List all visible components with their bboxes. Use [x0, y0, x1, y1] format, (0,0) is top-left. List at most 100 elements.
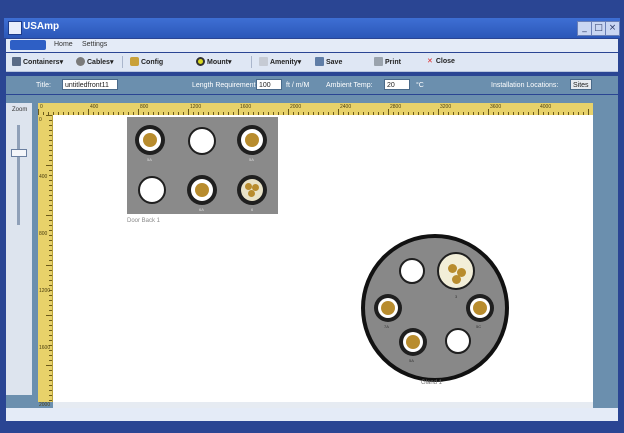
ruler-tick	[49, 225, 52, 226]
title-bar[interactable]: USAmp _ □ ×	[4, 18, 620, 38]
length-label: Length Requirement:	[192, 82, 258, 89]
ruler-number: 0	[40, 104, 43, 110]
ruler-tick	[49, 370, 52, 371]
close-label: Close	[435, 58, 455, 65]
ruler-tick	[49, 180, 52, 181]
ambient-temp-unit: °C	[416, 82, 424, 89]
properties-bar: Title: untitledfront11 Length Requiremen…	[6, 76, 618, 94]
ruler-tick	[49, 120, 52, 121]
connector-empty[interactable]	[399, 258, 425, 284]
ruler-tick	[49, 150, 52, 151]
config-icon	[130, 57, 139, 66]
save-button[interactable]: Save	[315, 57, 342, 66]
cables-label: Cables	[87, 59, 110, 66]
ruler-tick	[49, 255, 52, 256]
connector-multi-core[interactable]	[437, 252, 475, 290]
gland-plate[interactable]: 3 7A 5C 5A	[361, 234, 509, 382]
ruler-tick	[49, 230, 52, 231]
connector-filled[interactable]	[399, 328, 427, 356]
ruler-tick	[49, 125, 52, 126]
zoom-label: Zoom	[12, 107, 28, 113]
print-label: Print	[385, 59, 401, 66]
mount-button[interactable]: Mount▾	[196, 57, 232, 66]
ruler-number: 2800	[390, 104, 402, 110]
ruler-tick	[49, 305, 52, 306]
gland-plate-label: Gland 1	[421, 380, 443, 386]
installation-select[interactable]: Sites	[570, 79, 592, 90]
ruler-number: 800	[140, 104, 149, 110]
toolbar-separator	[122, 56, 123, 68]
cables-icon	[76, 57, 85, 66]
length-input[interactable]: 100	[256, 79, 282, 90]
length-unit: ft / m/M	[286, 82, 310, 89]
connector-filled[interactable]	[135, 125, 165, 155]
status-bar	[6, 408, 618, 421]
connector-filled[interactable]	[237, 125, 267, 155]
file-menu-button[interactable]	[10, 40, 46, 50]
ruler-tick	[49, 210, 52, 211]
ruler-tick	[49, 275, 52, 276]
ruler-tick	[49, 170, 52, 171]
maximize-button[interactable]: □	[591, 21, 606, 36]
close-window-button[interactable]: ×	[605, 21, 620, 36]
ruler-tick	[49, 400, 52, 401]
ruler-tick	[49, 135, 52, 136]
connector-empty[interactable]	[138, 176, 166, 204]
containers-button[interactable]: Containers▾	[12, 57, 63, 66]
print-button[interactable]: Print	[374, 57, 401, 66]
connector-sublabel: 5A	[249, 157, 254, 162]
ruler-tick	[49, 375, 52, 376]
ruler-tick	[49, 300, 52, 301]
toolbar: Containers▾ Cables▾ Config Mount▾ Amenit…	[6, 53, 618, 72]
connector-empty[interactable]	[188, 127, 216, 155]
ruler-tick	[49, 160, 52, 161]
ambient-temp-label: Ambient Temp:	[326, 82, 373, 89]
cables-button[interactable]: Cables▾	[76, 57, 113, 66]
amenity-button[interactable]: Amenity▾	[259, 57, 301, 66]
ambient-temp-input[interactable]: 20	[384, 79, 410, 90]
connector-sublabel: 7A	[384, 324, 389, 329]
ruler-tick	[49, 285, 52, 286]
installation-label: Installation Locations:	[491, 82, 559, 89]
ruler-tick	[49, 185, 52, 186]
ruler-tick	[49, 385, 52, 386]
ruler-number: 400	[39, 174, 48, 180]
ruler-tick	[49, 175, 52, 176]
connector-multi-core[interactable]	[237, 175, 267, 205]
ruler-tick	[49, 335, 52, 336]
minimize-button[interactable]: _	[577, 21, 592, 36]
ruler-tick	[49, 380, 52, 381]
ruler-tick	[49, 220, 52, 221]
ruler-number: 800	[39, 231, 48, 237]
ruler-tick	[49, 295, 52, 296]
ruler-tick	[49, 200, 52, 201]
ruler-tick	[49, 270, 52, 271]
connector-filled[interactable]	[374, 294, 402, 322]
connector-filled[interactable]	[187, 175, 217, 205]
ruler-tick	[46, 165, 52, 166]
connector-sublabel: 6	[251, 207, 254, 212]
title-input[interactable]: untitledfront11	[62, 79, 118, 90]
ruler-number: 3600	[490, 104, 502, 110]
ruler-tick	[49, 330, 52, 331]
ruler-number: 2000	[290, 104, 302, 110]
zoom-slider-track[interactable]	[17, 125, 20, 225]
zoom-panel: Zoom	[6, 103, 32, 395]
containers-icon	[12, 57, 21, 66]
menu-settings[interactable]: Settings	[82, 41, 107, 48]
amenity-icon	[259, 57, 268, 66]
ruler-tick	[49, 190, 52, 191]
ruler-number: 1200	[190, 104, 202, 110]
ruler-tick	[49, 250, 52, 251]
menu-home[interactable]: Home	[54, 41, 73, 48]
connector-empty[interactable]	[445, 328, 471, 354]
connector-filled[interactable]	[466, 294, 494, 322]
close-button[interactable]: ✕ Close	[427, 57, 455, 65]
config-label: Config	[141, 59, 164, 66]
door-panel[interactable]: 5A 5A 6A 6	[127, 117, 278, 214]
config-button[interactable]: Config	[130, 57, 163, 66]
zoom-slider-thumb[interactable]	[11, 149, 27, 157]
close-x-icon: ✕	[427, 57, 433, 65]
ruler-number: 1600	[240, 104, 252, 110]
ruler-tick	[46, 265, 52, 266]
